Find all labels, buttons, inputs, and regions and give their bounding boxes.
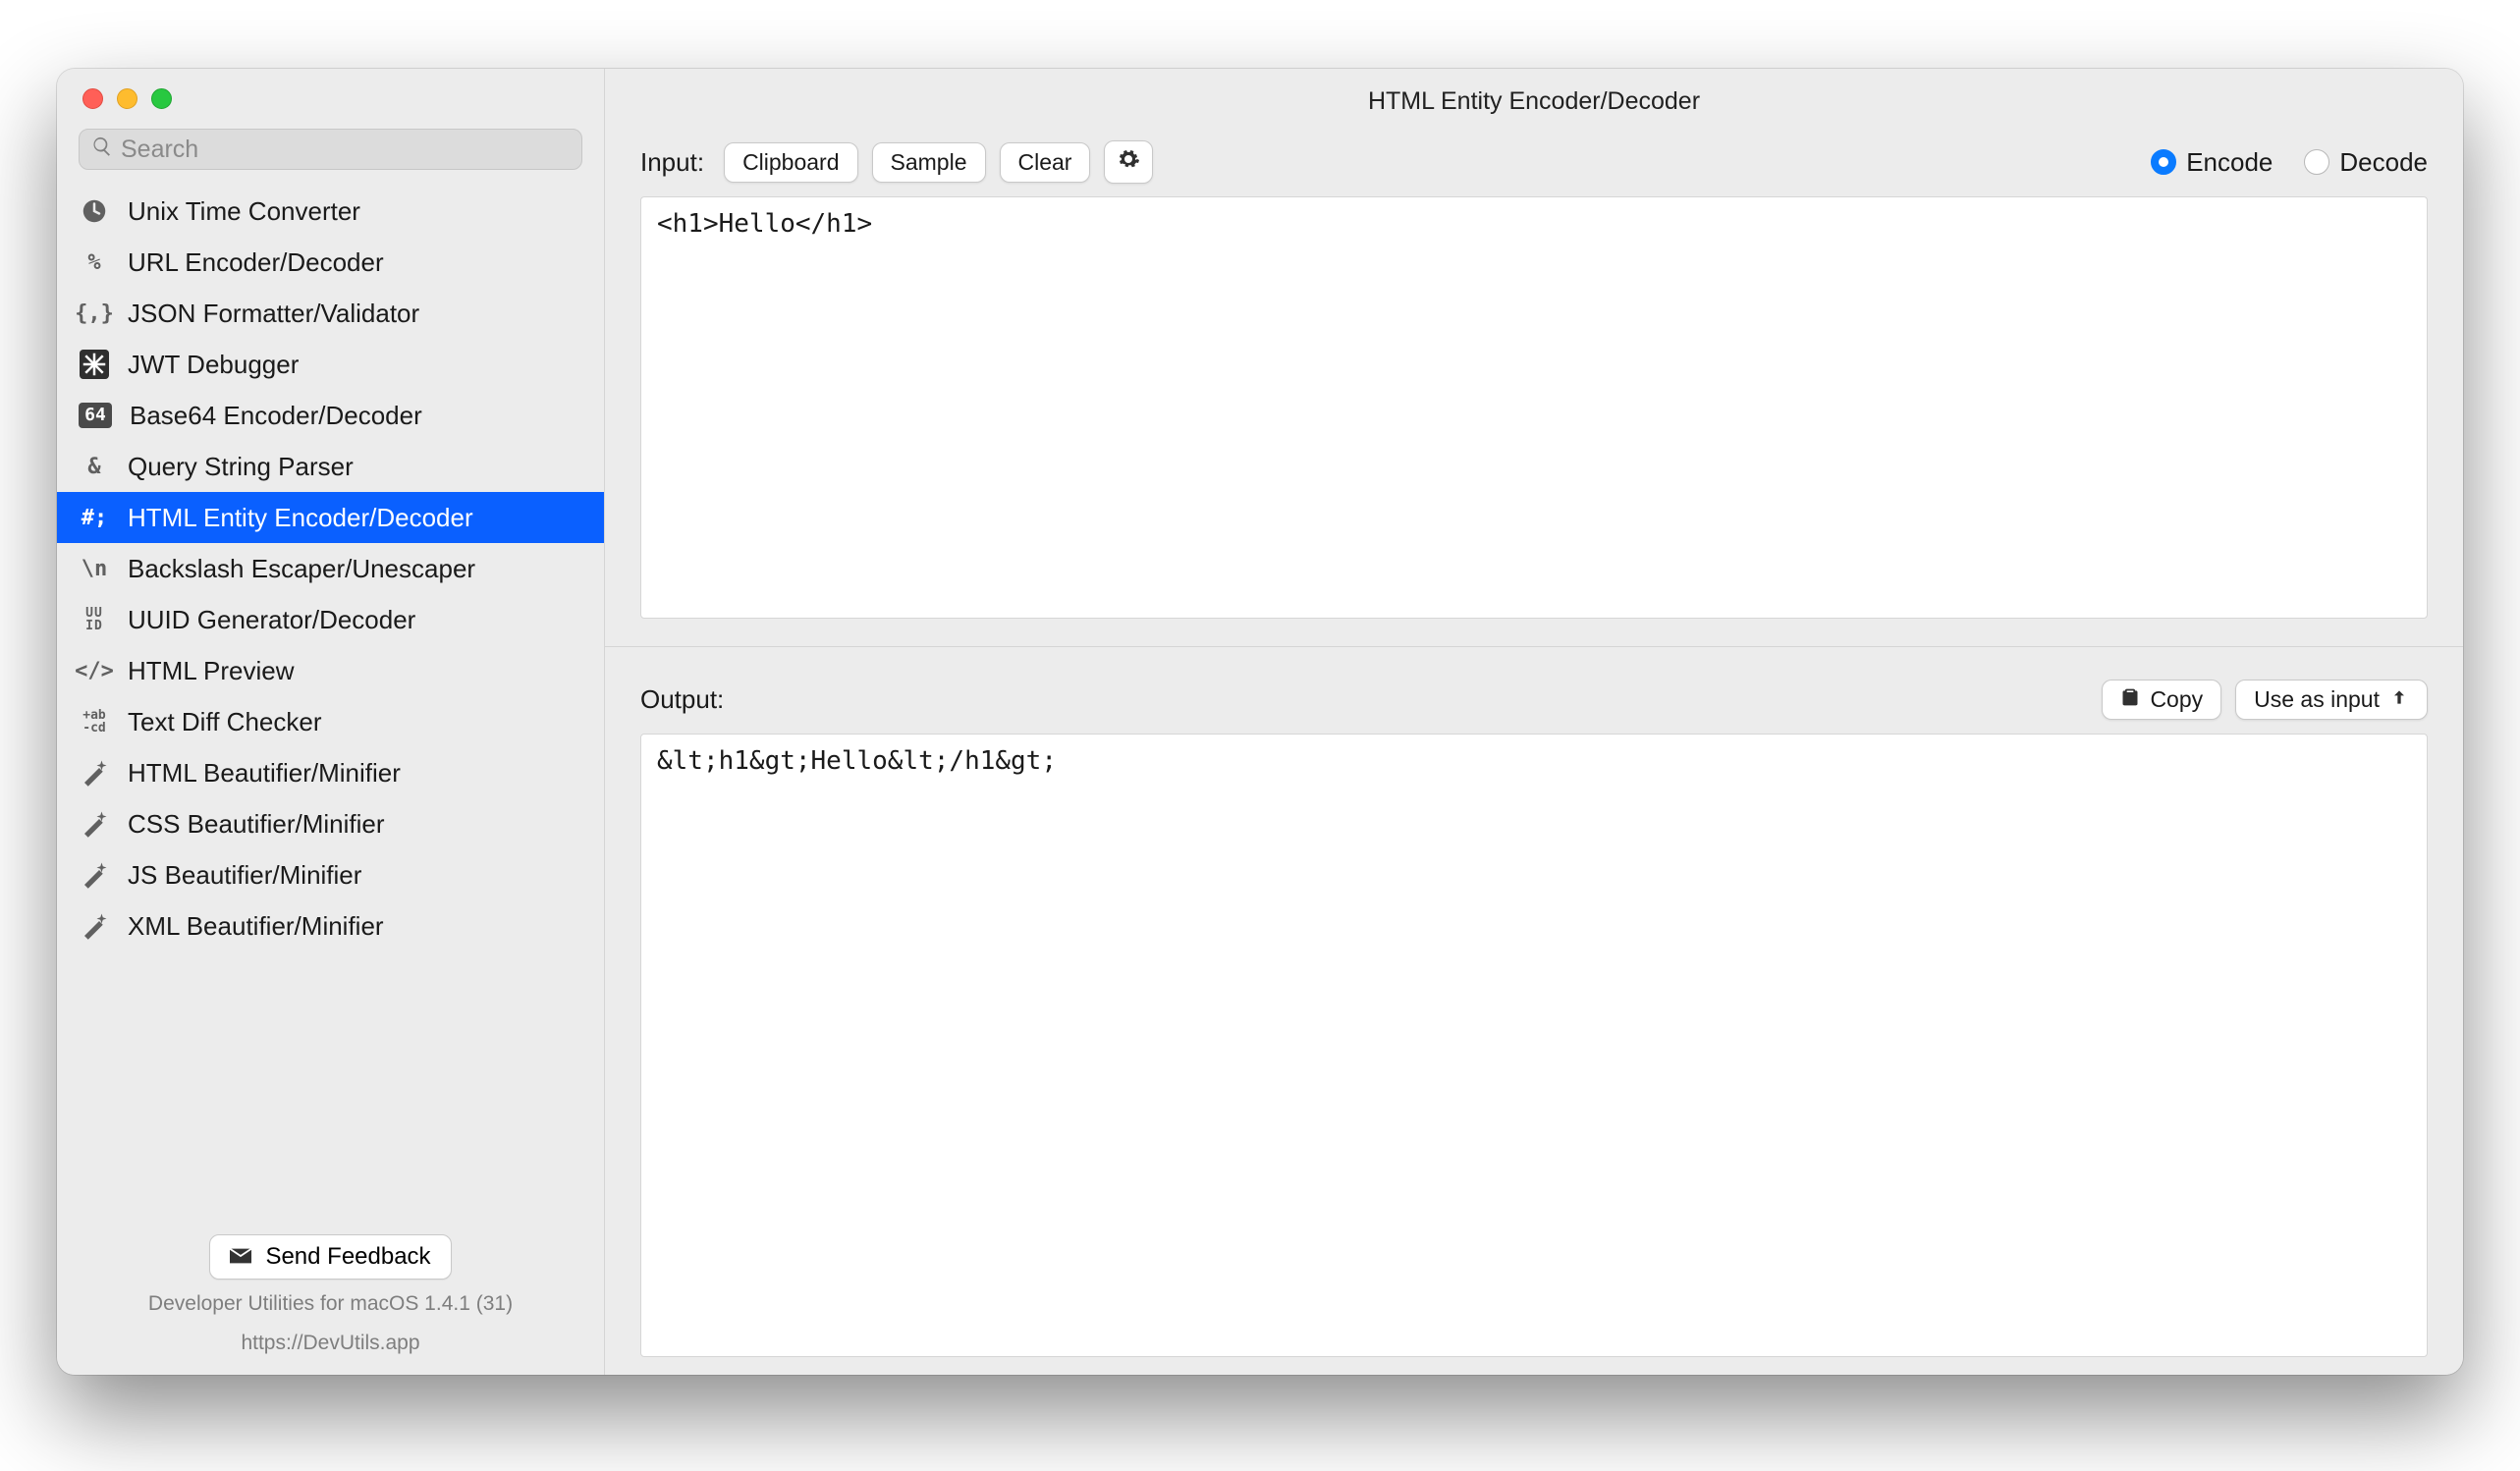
clipboard-icon — [2120, 686, 2140, 713]
gear-icon — [1117, 147, 1140, 177]
clock-icon — [79, 195, 110, 227]
angle-brackets-icon: </> — [79, 655, 110, 686]
radio-disc-icon — [2304, 149, 2329, 175]
arrow-up-icon — [2389, 686, 2409, 713]
window-title: HTML Entity Encoder/Decoder — [605, 69, 2463, 134]
tool-list: Unix Time Converter % URL Encoder/Decode… — [57, 182, 604, 1221]
sidebar-item-label: URL Encoder/Decoder — [128, 247, 384, 278]
base64-icon: 64 — [79, 403, 112, 428]
radio-disc-icon — [2151, 149, 2176, 175]
wand-icon — [79, 757, 110, 789]
sidebar-item-html-beautifier[interactable]: HTML Beautifier/Minifier — [57, 747, 604, 798]
braces-icon: {,} — [79, 298, 110, 329]
sidebar-item-label: XML Beautifier/Minifier — [128, 911, 384, 942]
copy-button-label: Copy — [2150, 686, 2203, 713]
sidebar-item-text-diff[interactable]: +ab-cd Text Diff Checker — [57, 696, 604, 747]
wand-icon — [79, 910, 110, 942]
encode-radio-label: Encode — [2186, 147, 2273, 178]
search-input[interactable] — [121, 136, 570, 164]
footer-version-text: Developer Utilities for macOS 1.4.1 (31) — [79, 1289, 582, 1318]
sidebar-item-html-entity[interactable]: #; HTML Entity Encoder/Decoder — [57, 492, 604, 543]
zoom-window-button[interactable] — [151, 88, 172, 109]
sidebar-item-url-encoder[interactable]: % URL Encoder/Decoder — [57, 237, 604, 288]
sidebar-item-label: HTML Preview — [128, 656, 295, 686]
send-feedback-button[interactable]: Send Feedback — [209, 1234, 451, 1280]
sidebar-item-label: JS Beautifier/Minifier — [128, 860, 361, 891]
close-window-button[interactable] — [82, 88, 103, 109]
diff-icon: +ab-cd — [79, 706, 110, 737]
sidebar-item-label: JSON Formatter/Validator — [128, 299, 419, 329]
sidebar-footer: Send Feedback Developer Utilities for ma… — [57, 1221, 604, 1375]
sidebar-item-uuid[interactable]: UUID UUID Generator/Decoder — [57, 594, 604, 645]
wand-icon — [79, 808, 110, 840]
jwt-icon — [79, 349, 110, 380]
sidebar-item-xml-beautifier[interactable]: XML Beautifier/Minifier — [57, 900, 604, 952]
input-section: Input: Clipboard Sample Clear Encode — [605, 134, 2463, 642]
output-label: Output: — [640, 684, 724, 715]
sidebar-item-label: Backslash Escaper/Unescaper — [128, 554, 475, 584]
sidebar-item-css-beautifier[interactable]: CSS Beautifier/Minifier — [57, 798, 604, 849]
sidebar-item-label: HTML Entity Encoder/Decoder — [128, 503, 473, 533]
app-window: Unix Time Converter % URL Encoder/Decode… — [57, 69, 2463, 1375]
sidebar-item-json[interactable]: {,} JSON Formatter/Validator — [57, 288, 604, 339]
decode-radio[interactable]: Decode — [2304, 147, 2428, 178]
sidebar-item-label: UUID Generator/Decoder — [128, 605, 415, 635]
sidebar: Unix Time Converter % URL Encoder/Decode… — [57, 69, 605, 1375]
mail-icon — [230, 1243, 251, 1271]
sidebar-item-label: Query String Parser — [128, 452, 354, 482]
window-controls — [57, 69, 604, 123]
settings-button[interactable] — [1104, 140, 1153, 184]
wand-icon — [79, 859, 110, 891]
uuid-icon: UUID — [79, 604, 110, 635]
copy-button[interactable]: Copy — [2102, 680, 2221, 720]
sidebar-item-label: CSS Beautifier/Minifier — [128, 809, 385, 840]
sidebar-item-html-preview[interactable]: </> HTML Preview — [57, 645, 604, 696]
sidebar-item-label: JWT Debugger — [128, 350, 299, 380]
sample-button[interactable]: Sample — [872, 142, 986, 183]
sidebar-item-label: Unix Time Converter — [128, 196, 360, 227]
sidebar-item-backslash[interactable]: \n Backslash Escaper/Unescaper — [57, 543, 604, 594]
minimize-window-button[interactable] — [117, 88, 137, 109]
search-field[interactable] — [79, 129, 582, 170]
use-as-input-label: Use as input — [2254, 686, 2380, 713]
ampersand-icon: & — [79, 451, 110, 482]
input-label: Input: — [640, 147, 704, 178]
backslash-n-icon: \n — [79, 553, 110, 584]
main-panel: HTML Entity Encoder/Decoder Input: Clipb… — [605, 69, 2463, 1375]
footer-url-text: https://DevUtils.app — [79, 1329, 582, 1357]
output-textarea[interactable]: &lt;h1&gt;Hello&lt;/h1&gt; — [640, 734, 2428, 1357]
hash-semicolon-icon: #; — [79, 502, 110, 533]
clipboard-button[interactable]: Clipboard — [724, 142, 857, 183]
send-feedback-label: Send Feedback — [265, 1243, 430, 1271]
percent-icon: % — [79, 246, 110, 278]
input-toolbar: Input: Clipboard Sample Clear Encode — [640, 134, 2428, 191]
clear-button[interactable]: Clear — [1000, 142, 1091, 183]
output-section: Output: Copy Use as input — [605, 646, 2463, 1375]
input-textarea[interactable]: <h1>Hello</h1> — [640, 196, 2428, 619]
sidebar-item-label: Text Diff Checker — [128, 707, 321, 737]
sidebar-item-label: Base64 Encoder/Decoder — [130, 401, 422, 431]
output-toolbar: Output: Copy Use as input — [640, 671, 2428, 728]
decode-radio-label: Decode — [2339, 147, 2428, 178]
sidebar-item-js-beautifier[interactable]: JS Beautifier/Minifier — [57, 849, 604, 900]
encode-radio[interactable]: Encode — [2151, 147, 2273, 178]
search-icon — [91, 136, 121, 164]
sidebar-item-jwt[interactable]: JWT Debugger — [57, 339, 604, 390]
use-as-input-button[interactable]: Use as input — [2235, 680, 2428, 720]
sidebar-item-querystring[interactable]: & Query String Parser — [57, 441, 604, 492]
sidebar-item-unix-time[interactable]: Unix Time Converter — [57, 186, 604, 237]
sidebar-item-label: HTML Beautifier/Minifier — [128, 758, 401, 789]
sidebar-item-base64[interactable]: 64 Base64 Encoder/Decoder — [57, 390, 604, 441]
